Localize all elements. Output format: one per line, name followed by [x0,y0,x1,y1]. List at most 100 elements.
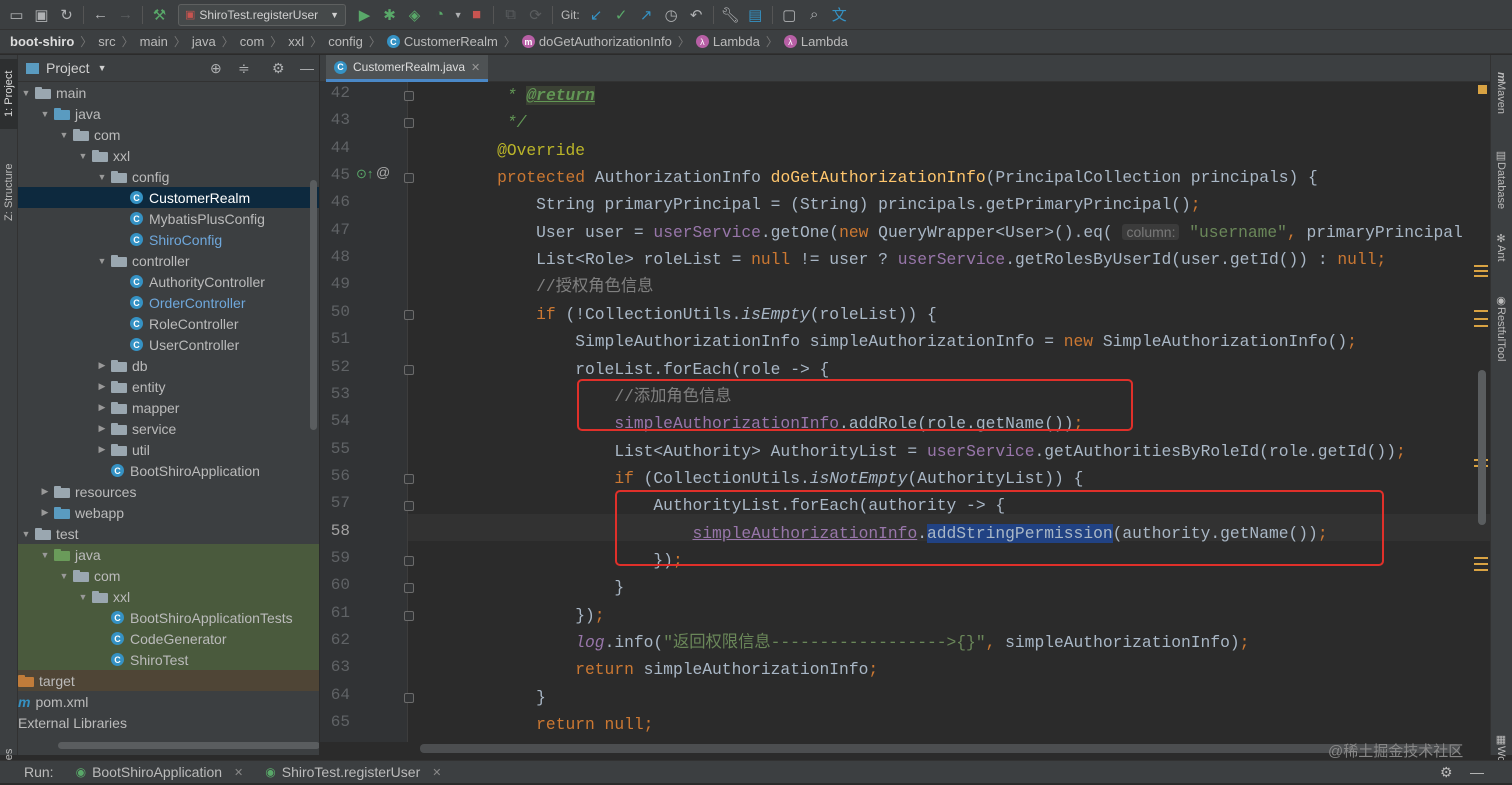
tree-item[interactable]: ▶ db [18,355,319,376]
fold-marker-icon[interactable] [404,118,414,129]
breadcrumb-xxl[interactable]: xxl [288,34,304,49]
chevron-down-icon[interactable]: ▼ [98,63,107,73]
tree-item[interactable]: C CodeGenerator [18,628,319,649]
close-icon[interactable]: ✕ [234,766,243,779]
warning-marker[interactable] [1474,569,1488,571]
chevron-right-icon[interactable]: ▶ [96,402,108,413]
tool-tab-maven[interactable]: m Maven [1490,63,1512,123]
fold-marker-icon[interactable] [404,692,414,703]
code-line[interactable]: } [458,684,546,711]
breadcrumb-com[interactable]: com [240,34,265,49]
code-line[interactable]: */ [458,109,527,136]
git-update-icon[interactable]: ↙ [584,3,609,27]
build-hammer-icon[interactable]: ⚒ [147,3,172,27]
tree-item[interactable]: ▶ util [18,439,319,460]
chevron-right-icon[interactable]: ▶ [96,444,108,455]
attach-debugger-icon[interactable]: ⧉ [498,3,523,27]
tree-item[interactable]: ▼ xxl [18,145,319,166]
tree-item[interactable]: C OrderController [18,292,319,313]
tree-item[interactable]: ▼ xxl [18,586,319,607]
tree-item[interactable]: C RoleController [18,313,319,334]
tree-item[interactable]: ▶ mapper [18,397,319,418]
git-push-icon[interactable]: ↗ [634,3,659,27]
editor-horizontal-scrollbar[interactable] [420,744,1460,753]
code-line[interactable]: User user = userService.getOne(new Query… [458,219,1463,246]
save-icon[interactable]: ▣ [29,3,54,27]
tree-item[interactable]: ▼ config [18,166,319,187]
chevron-right-icon[interactable]: ▶ [96,360,108,371]
back-arrow-icon[interactable]: ← [88,3,113,27]
breadcrumb-main[interactable]: main [140,34,168,49]
locate-target-icon[interactable]: ⊕ [210,60,222,77]
run-tab-bootshiroapplication[interactable]: ◉ BootShiroApplication ✕ [76,764,244,780]
code-line[interactable]: SimpleAuthorizationInfo simpleAuthorizat… [458,328,1357,355]
stop-icon[interactable]: ■ [464,3,489,27]
tree-item[interactable]: target [18,670,319,691]
tree-item[interactable]: ▼ com [18,565,319,586]
tool-tab-restfultool[interactable]: ◉ RestfulTool [1490,283,1512,373]
tree-vertical-scrollbar[interactable] [310,180,317,430]
fold-marker-icon[interactable] [404,501,414,512]
warning-marker[interactable] [1478,85,1487,94]
code-editor[interactable]: 42 43 44 45 46 47 48 49 50 51 52 53 54 55 56 57 58 59 60 61… [320,82,1490,742]
code-line[interactable]: List<Authority> AuthorityList = userServ… [458,438,1405,465]
warning-marker[interactable] [1474,310,1488,312]
chevron-down-icon[interactable]: ▼ [20,529,32,539]
tool-tab-structure[interactable]: Z: Structure [0,147,18,237]
code-line[interactable]: return simpleAuthorizationInfo; [458,656,878,683]
minimize-icon[interactable]: — [1470,764,1484,780]
chevron-down-icon[interactable]: ▼ [58,130,70,140]
gradle-sync-icon[interactable]: ⟳ [523,3,548,27]
chevron-down-icon[interactable]: ▼ [96,256,108,266]
implements-marker-icon[interactable]: ⊙↑ [356,166,373,182]
tree-item[interactable]: ▶ resources [18,481,319,502]
gear-icon[interactable]: ⚙ [1440,764,1453,781]
warning-marker[interactable] [1474,563,1488,565]
close-icon[interactable]: ✕ [432,766,441,779]
tree-item[interactable]: ▼ controller [18,250,319,271]
code-line[interactable]: if (CollectionUtils.isNotEmpty(Authority… [458,465,1083,492]
warning-marker[interactable] [1474,265,1488,267]
chevron-right-icon[interactable]: ▶ [96,423,108,434]
code-line[interactable]: List<Role> roleList = null != user ? use… [458,246,1386,273]
tree-item[interactable]: C AuthorityController [18,271,319,292]
git-commit-icon[interactable]: ✓ [609,3,634,27]
history-clock-icon[interactable]: ◷ [659,3,684,27]
coverage-icon[interactable]: ◈ [402,3,427,27]
tree-item[interactable]: ▼ test [18,523,319,544]
chevron-right-icon[interactable]: ▶ [39,507,51,518]
tree-item[interactable]: C BootShiroApplication [18,460,319,481]
tool-tab-project[interactable]: 1: Project [0,59,18,129]
chevron-down-icon[interactable]: ▼ [452,3,464,27]
sync-icon[interactable]: ↻ [54,3,79,27]
code-line[interactable]: //授权角色信息 [458,273,653,300]
chevron-down-icon[interactable]: ▼ [77,592,89,602]
warning-marker[interactable] [1474,270,1488,272]
close-icon[interactable]: ✕ [471,61,480,74]
fold-marker-icon[interactable] [404,555,414,566]
tree-item[interactable]: ▼ java [18,544,319,565]
tree-item[interactable]: ▼ com [18,124,319,145]
run-configuration-select[interactable]: ▣ ShiroTest.registerUser ▼ [178,3,347,26]
fold-marker-icon[interactable] [404,173,414,184]
breadcrumb-class[interactable]: C CustomerRealm [386,34,498,49]
code-line[interactable]: } [458,738,507,742]
annotation-at-icon[interactable]: @ [376,164,390,180]
settings-wrench-icon[interactable]: 🔧︎ [718,3,743,27]
chevron-down-icon[interactable]: ▼ [39,550,51,560]
collapse-all-icon[interactable]: ≑ [238,60,250,77]
tree-item[interactable]: C CustomerRealm [18,187,319,208]
chevron-right-icon[interactable]: ▶ [96,381,108,392]
tree-item[interactable]: C MybatisPlusConfig [18,208,319,229]
tree-item[interactable]: External Libraries [18,712,319,733]
minimize-icon[interactable]: — [300,60,314,76]
code-line[interactable]: * @return [458,82,595,109]
profile-icon[interactable]: ◔ [427,3,452,27]
chevron-down-icon[interactable]: ▼ [20,88,32,98]
code-line[interactable]: String primaryPrincipal = (String) princ… [458,191,1200,218]
tree-item[interactable]: C ShiroConfig [18,229,319,250]
fold-marker-icon[interactable] [404,473,414,484]
tree-item[interactable]: C BootShiroApplicationTests [18,607,319,628]
tree-item[interactable]: C ShiroTest [18,649,319,670]
code-line[interactable]: if (!CollectionUtils.isEmpty(roleList)) … [458,301,937,328]
